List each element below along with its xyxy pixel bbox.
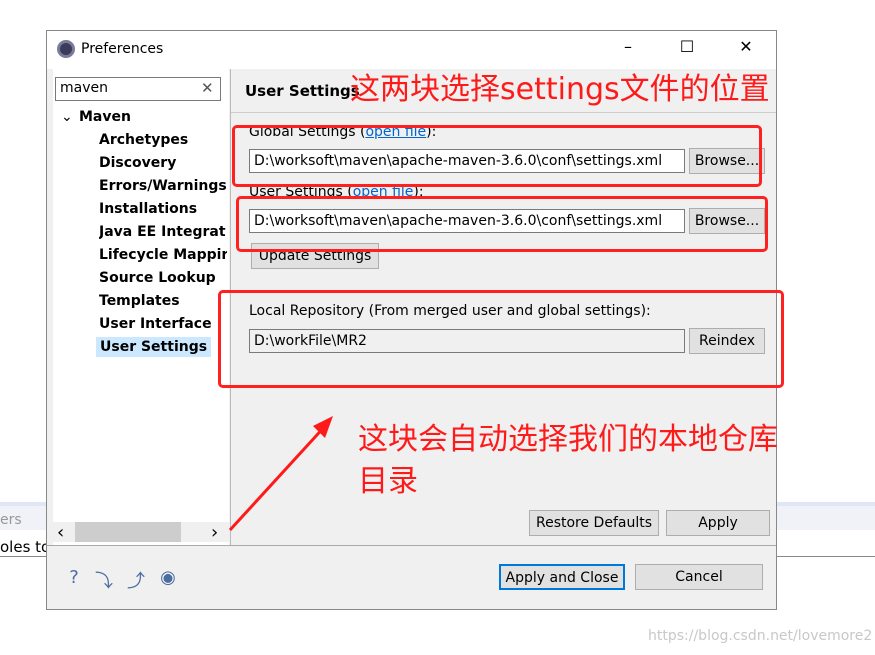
divider <box>47 545 776 546</box>
annotation-text: 这两块选择settings文件的位置 <box>350 72 770 107</box>
tree-item[interactable]: Lifecycle Mappir <box>99 247 227 263</box>
scrollbar-thumb[interactable] <box>75 522 181 542</box>
annotation-box <box>232 125 762 187</box>
scroll-left-icon[interactable]: ‹ <box>57 522 64 543</box>
tree-expand-icon[interactable]: ⌄ <box>61 109 73 125</box>
window-title: Preferences <box>81 41 164 57</box>
filter-input[interactable]: maven <box>55 77 221 101</box>
annotation-text: 目录 <box>358 464 418 499</box>
tree-item[interactable]: User Interface <box>99 316 227 332</box>
tree-item[interactable]: Java EE Integrat <box>99 224 227 240</box>
record-icon[interactable]: ◉ <box>157 567 179 589</box>
annotation-arrow <box>228 416 333 532</box>
eclipse-icon <box>57 40 75 58</box>
close-button[interactable]: ✕ <box>731 37 761 61</box>
annotation-box <box>236 196 768 252</box>
tree-item[interactable]: Errors/Warnings <box>99 178 227 194</box>
scroll-right-icon[interactable]: › <box>211 522 218 543</box>
tree-item[interactable]: Source Lookup <box>99 270 227 286</box>
maximize-button[interactable]: ☐ <box>672 37 702 61</box>
horizontal-scrollbar[interactable]: ‹ › <box>53 522 229 543</box>
watermark: https://blog.csdn.net/lovemore2 <box>648 628 873 644</box>
annotation-text: 这块会自动选择我们的本地仓库 <box>358 422 778 457</box>
tree-item[interactable]: Installations <box>99 201 227 217</box>
help-icon[interactable]: ? <box>63 567 85 589</box>
tree-item[interactable]: Templates <box>99 293 227 309</box>
tree-item-selected[interactable]: User Settings <box>96 337 212 357</box>
clear-icon[interactable]: ✕ <box>201 79 214 97</box>
tree-item[interactable]: Archetypes <box>99 132 227 148</box>
page-title: User Settings <box>245 82 360 100</box>
annotation-box <box>218 290 784 388</box>
apply-and-close-button[interactable]: Apply and Close <box>499 564 625 590</box>
minimize-button[interactable]: – <box>613 37 643 61</box>
background-text: oles to <box>0 538 51 556</box>
export-icon[interactable]: ⤴ <box>125 567 147 592</box>
divider <box>231 112 776 113</box>
tree-item-maven[interactable]: Maven <box>79 109 131 125</box>
cancel-button[interactable]: Cancel <box>635 564 763 590</box>
tree-item[interactable]: Discovery <box>99 155 227 171</box>
background-text: ers <box>0 512 22 528</box>
apply-button[interactable]: Apply <box>666 510 770 536</box>
import-icon[interactable]: ⤵ <box>93 567 115 592</box>
restore-defaults-button[interactable]: Restore Defaults <box>529 510 659 536</box>
